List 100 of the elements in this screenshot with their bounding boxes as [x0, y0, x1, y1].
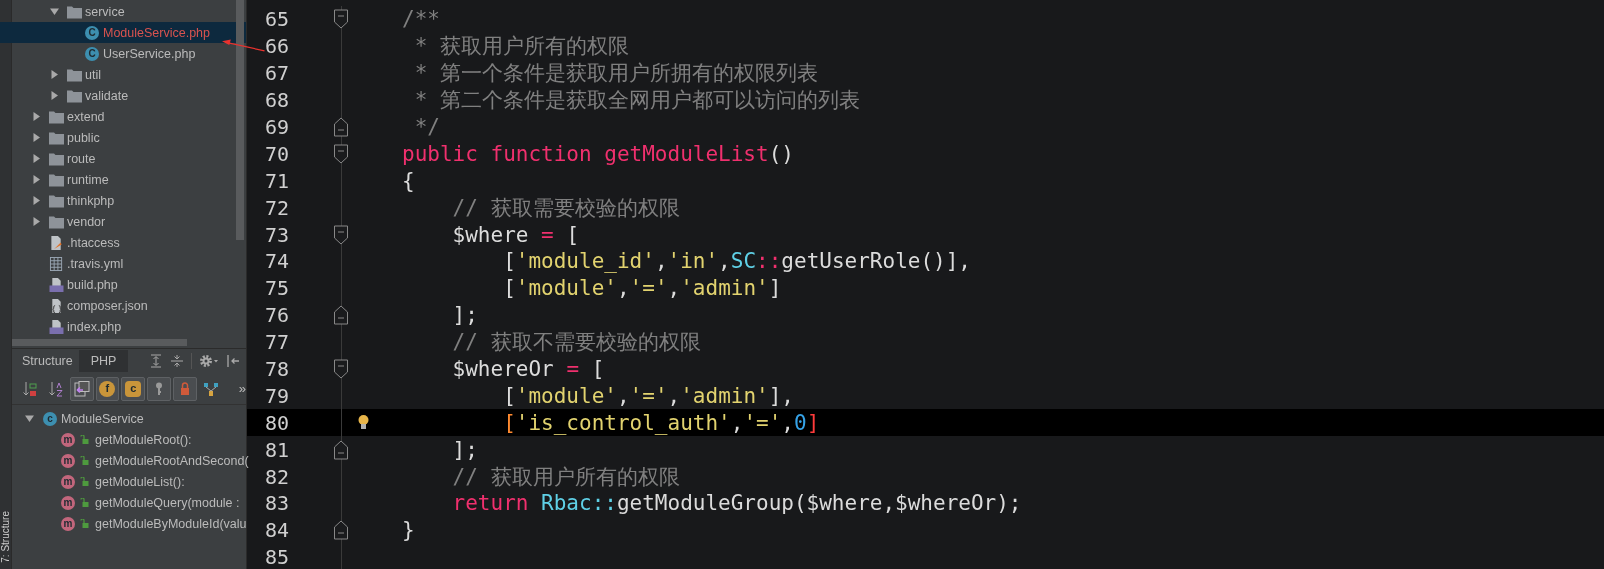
line-number: 75: [263, 276, 289, 301]
tree-item[interactable]: route: [0, 148, 246, 169]
tree-item[interactable]: .travis.yml: [0, 253, 246, 274]
line-number: 69: [263, 115, 289, 139]
structure-item[interactable]: c ModuleService: [12, 408, 246, 429]
expand-arrow-icon[interactable]: [50, 70, 59, 79]
tree-item[interactable]: runtime: [0, 169, 246, 190]
code-text: ['module','=','admin'],: [502, 383, 794, 408]
toolbar-button[interactable]: [173, 376, 197, 401]
expand-arrow-icon[interactable]: [32, 133, 41, 142]
code-text: ['module_id','in',SC::getUserRole()],: [502, 249, 971, 274]
fold-icon[interactable]: [334, 439, 348, 460]
settings-icon[interactable]: [199, 354, 219, 368]
tree-item[interactable]: public: [0, 127, 246, 148]
tree-item[interactable]: service: [0, 1, 246, 22]
expand-all-icon[interactable]: [149, 354, 163, 368]
expand-arrow-icon[interactable]: [50, 91, 59, 100]
method-icon: m: [61, 516, 75, 531]
folder-icon: [49, 130, 64, 145]
class-icon: C: [85, 25, 99, 40]
panel-tab[interactable]: PHP: [78, 350, 129, 372]
folder-icon: [67, 88, 82, 103]
php-file-icon: [49, 319, 64, 334]
fold-icon[interactable]: [334, 117, 348, 137]
code-text: $where = [: [451, 222, 580, 247]
tree-item[interactable]: build.php: [0, 274, 246, 295]
folder-icon: [67, 67, 82, 82]
line-number: 76: [263, 303, 289, 328]
scrollbar[interactable]: [12, 339, 187, 346]
tool-window-tab[interactable]: 7: Structure: [0, 511, 11, 563]
scrollbar[interactable]: [236, 0, 244, 240]
fold-icon[interactable]: [334, 224, 348, 245]
structure-item[interactable]: m getModuleQuery(module :: [12, 492, 246, 513]
code-text: * 第二个条件是获取全网用户都可以访问的列表: [413, 87, 860, 115]
structure-item[interactable]: m getModuleList():: [12, 471, 246, 492]
tree-item[interactable]: C UserService.php: [0, 43, 246, 64]
code-text: // 获取不需要校验的权限: [451, 329, 701, 357]
lightbulb-icon[interactable]: [358, 415, 369, 431]
table-file-icon: [49, 256, 64, 271]
expand-arrow-icon[interactable]: [32, 154, 41, 163]
expand-arrow-icon[interactable]: [25, 414, 34, 423]
expand-arrow-icon[interactable]: [50, 7, 59, 16]
inherited-members-icon: [73, 380, 90, 397]
expand-arrow-icon[interactable]: [32, 217, 41, 226]
line-number: 68: [263, 88, 289, 113]
code-text: * 获取用户所有的权限: [413, 33, 629, 61]
tree-item[interactable]: index.php: [0, 316, 246, 337]
code-text: // 获取需要校验的权限: [451, 194, 680, 222]
structure-item[interactable]: m getModuleByModuleId(valu: [12, 513, 246, 534]
code-text: /**: [402, 7, 440, 32]
tree-item[interactable]: thinkphp: [0, 190, 246, 211]
tree-item[interactable]: composer.json: [0, 295, 246, 316]
tree-item[interactable]: .htaccess: [0, 232, 246, 253]
hide-panel-icon[interactable]: [226, 354, 240, 368]
tree-item[interactable]: C ModuleService.php: [0, 22, 246, 43]
expand-arrow-icon[interactable]: [32, 196, 41, 205]
hierarchy-icon: [202, 380, 219, 397]
code-text: ];: [451, 303, 478, 328]
code-text: * 第一个条件是获取用户所拥有的权限列表: [413, 60, 818, 88]
line-number: 65: [263, 7, 289, 32]
structure-item[interactable]: m getModuleRoot():: [12, 429, 246, 450]
code-text: $whereOr = [: [451, 357, 605, 381]
line-number: 73: [263, 222, 289, 247]
more-button[interactable]: »: [238, 381, 246, 396]
sort-by-visibility-icon: [21, 380, 38, 397]
line-number: 70: [263, 141, 289, 166]
line-number: 71: [263, 168, 289, 193]
toolbar-button[interactable]: [147, 376, 172, 401]
fold-icon[interactable]: [334, 305, 348, 326]
line-number: 78: [263, 357, 289, 381]
fold-icon[interactable]: [334, 520, 348, 541]
line-number: 85: [263, 545, 289, 569]
folder-icon: [49, 214, 64, 229]
method-icon: m: [61, 495, 75, 510]
line-number: 66: [263, 34, 289, 59]
code-text: ];: [451, 437, 478, 462]
code-text: ['module','=','admin']: [502, 276, 782, 301]
expand-arrow-icon[interactable]: [32, 175, 41, 184]
line-number: 83: [263, 491, 289, 516]
fold-icon[interactable]: [334, 9, 348, 30]
tree-item[interactable]: vendor: [0, 211, 246, 232]
toolbar-button[interactable]: [69, 376, 94, 401]
collapse-all-icon[interactable]: [170, 354, 184, 368]
method-icon: m: [61, 474, 75, 489]
method-icon: m: [61, 432, 75, 447]
fold-icon[interactable]: [334, 359, 348, 379]
method-icon: m: [61, 453, 75, 468]
json-file-icon: [49, 298, 64, 313]
fold-icon[interactable]: [334, 143, 348, 164]
unlocked-icon: [80, 498, 89, 507]
line-number: 77: [263, 330, 289, 355]
tree-item[interactable]: validate: [0, 85, 246, 106]
folder-icon: [67, 4, 82, 19]
code-text: public function getModuleList(): [402, 141, 794, 166]
class-icon: C: [85, 46, 99, 61]
code-text: }: [402, 518, 415, 543]
tree-item[interactable]: util: [0, 64, 246, 85]
tree-item[interactable]: extend: [0, 106, 246, 127]
expand-arrow-icon[interactable]: [32, 112, 41, 121]
panel-tab[interactable]: Structure: [16, 350, 79, 372]
